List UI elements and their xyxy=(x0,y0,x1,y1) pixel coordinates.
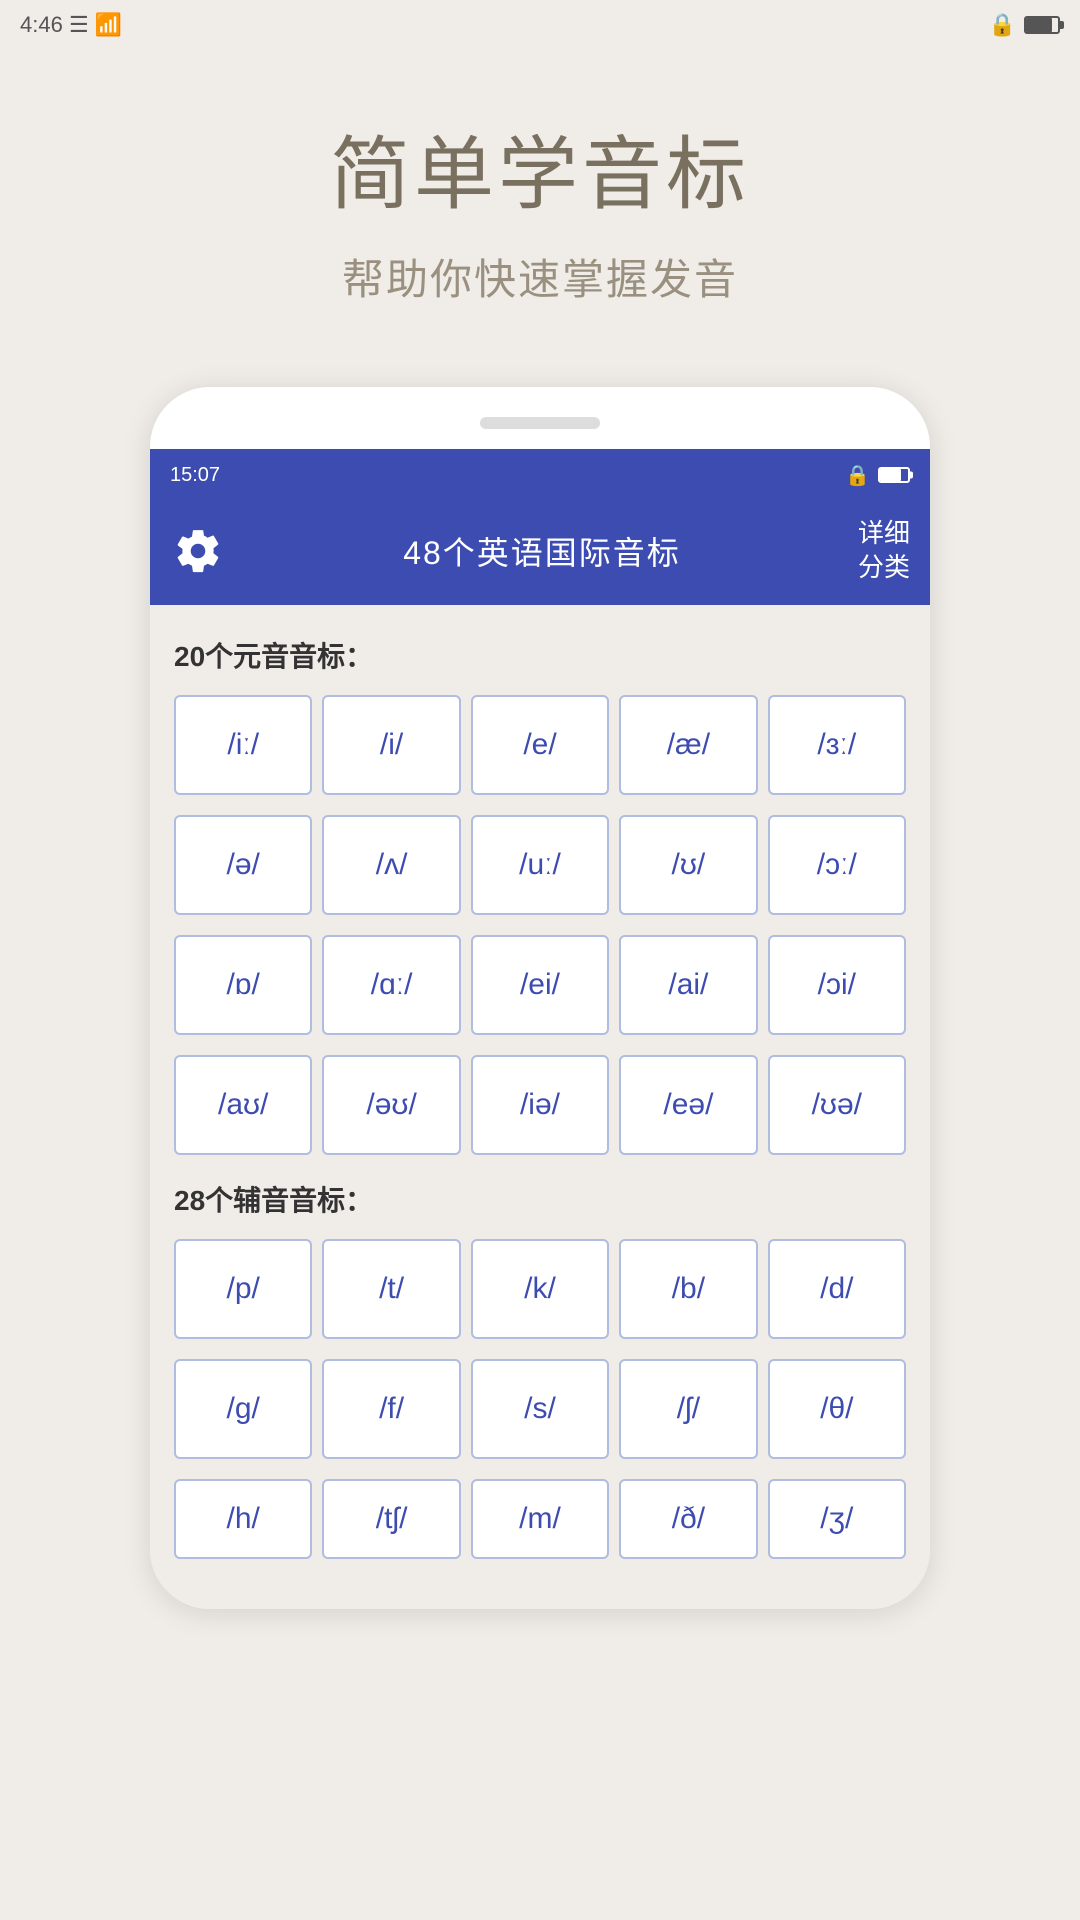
phonetic-cell-p[interactable]: /p/ xyxy=(174,1239,312,1339)
app-header-title: 48个英语国际音标 xyxy=(403,528,681,574)
phonetic-cell-h[interactable]: /h/ xyxy=(174,1479,312,1559)
vowel-section-label: 20个元音音标： xyxy=(174,635,906,675)
phonetic-cell-k[interactable]: /k/ xyxy=(471,1239,609,1339)
phonetic-cell-f[interactable]: /f/ xyxy=(322,1359,460,1459)
vowel-row-1: /iː/ /i/ /e/ /æ/ /ɜː/ xyxy=(174,695,906,795)
sub-title: 帮助你快速掌握发音 xyxy=(330,246,750,307)
phonetic-cell-i[interactable]: /i/ xyxy=(322,695,460,795)
phone-mockup: 15:07 🔒 48个英语国际音标 详细 分类 20个元音音标 xyxy=(150,387,930,1609)
phonetic-cell-er[interactable]: /ɜː/ xyxy=(768,695,906,795)
phonetic-cell-ia[interactable]: /iə/ xyxy=(471,1055,609,1155)
phonetic-cell-upsilon[interactable]: /ʊ/ xyxy=(619,815,757,915)
outer-status-time: 4:46 ☰ 📶 xyxy=(20,12,122,38)
outer-status-right: 🔒 xyxy=(989,12,1060,38)
app-status-right: 🔒 xyxy=(845,463,910,488)
phonetic-cell-oi[interactable]: /ɔi/ xyxy=(768,935,906,1035)
app-lock-icon: 🔒 xyxy=(845,463,870,488)
phonetic-cell-t[interactable]: /t/ xyxy=(322,1239,460,1339)
phonetic-cell-ai[interactable]: /ai/ xyxy=(619,935,757,1035)
phonetic-cell-tsh[interactable]: /tʃ/ xyxy=(322,1479,460,1559)
vowel-row-3: /ɒ/ /ɑː/ /ei/ /ai/ /ɔi/ xyxy=(174,935,906,1035)
consonant-row-3: /h/ /tʃ/ /m/ /ð/ /ʒ/ xyxy=(174,1479,906,1559)
phonetic-cell-ar[interactable]: /ɑː/ xyxy=(322,935,460,1035)
phonetic-cell-dh[interactable]: /ð/ xyxy=(619,1479,757,1559)
phonetic-cell-b[interactable]: /b/ xyxy=(619,1239,757,1339)
phone-speaker xyxy=(480,417,600,429)
phonetic-cell-ua[interactable]: /ʊə/ xyxy=(768,1055,906,1155)
phonetic-cell-ou[interactable]: /əʊ/ xyxy=(322,1055,460,1155)
outer-battery-icon xyxy=(1024,16,1060,34)
vowel-row-4: /aʊ/ /əʊ/ /iə/ /eə/ /ʊə/ xyxy=(174,1055,906,1155)
phonetic-cell-au[interactable]: /aʊ/ xyxy=(174,1055,312,1155)
app-battery-icon xyxy=(878,467,910,483)
outer-status-bar: 4:46 ☰ 📶 🔒 xyxy=(0,0,1080,50)
phonetic-cell-ii[interactable]: /iː/ xyxy=(174,695,312,795)
phonetic-cell-ei[interactable]: /ei/ xyxy=(471,935,609,1035)
phonetic-cell-o[interactable]: /ɒ/ xyxy=(174,935,312,1035)
phonetic-cell-zh[interactable]: /ʒ/ xyxy=(768,1479,906,1559)
main-title: 简单学音标 xyxy=(330,110,750,226)
phonetic-cell-m[interactable]: /m/ xyxy=(471,1479,609,1559)
phonetic-cell-uu[interactable]: /uː/ xyxy=(471,815,609,915)
app-status-bar: 15:07 🔒 xyxy=(150,449,930,501)
phonetic-cell-or[interactable]: /ɔː/ xyxy=(768,815,906,915)
phonetic-cell-e[interactable]: /e/ xyxy=(471,695,609,795)
phonetic-cell-s[interactable]: /s/ xyxy=(471,1359,609,1459)
consonant-section-label: 28个辅音音标： xyxy=(174,1179,906,1219)
consonant-row-1: /p/ /t/ /k/ /b/ /d/ xyxy=(174,1239,906,1339)
app-frame: 15:07 🔒 48个英语国际音标 详细 分类 20个元音音标 xyxy=(150,449,930,1609)
phonetic-cell-ea[interactable]: /eə/ xyxy=(619,1055,757,1155)
phonetic-cell-d[interactable]: /d/ xyxy=(768,1239,906,1339)
vowel-row-2: /ə/ /ʌ/ /uː/ /ʊ/ /ɔː/ xyxy=(174,815,906,915)
consonant-row-2: /g/ /f/ /s/ /ʃ/ /θ/ xyxy=(174,1359,906,1459)
detail-classify-button[interactable]: 详细 分类 xyxy=(858,517,910,585)
title-section: 简单学音标 帮助你快速掌握发音 xyxy=(330,110,750,307)
phonetic-cell-g[interactable]: /g/ xyxy=(174,1359,312,1459)
app-content: 20个元音音标： /iː/ /i/ /e/ /æ/ /ɜː/ /ə/ /ʌ/ /… xyxy=(150,605,930,1609)
phonetic-cell-wedge[interactable]: /ʌ/ xyxy=(322,815,460,915)
phonetic-cell-schwa[interactable]: /ə/ xyxy=(174,815,312,915)
app-status-time: 15:07 xyxy=(170,464,220,487)
settings-button[interactable] xyxy=(170,523,226,579)
phonetic-cell-th[interactable]: /θ/ xyxy=(768,1359,906,1459)
phonetic-cell-ae[interactable]: /æ/ xyxy=(619,695,757,795)
app-header: 48个英语国际音标 详细 分类 xyxy=(150,501,930,605)
phonetic-cell-sh[interactable]: /ʃ/ xyxy=(619,1359,757,1459)
